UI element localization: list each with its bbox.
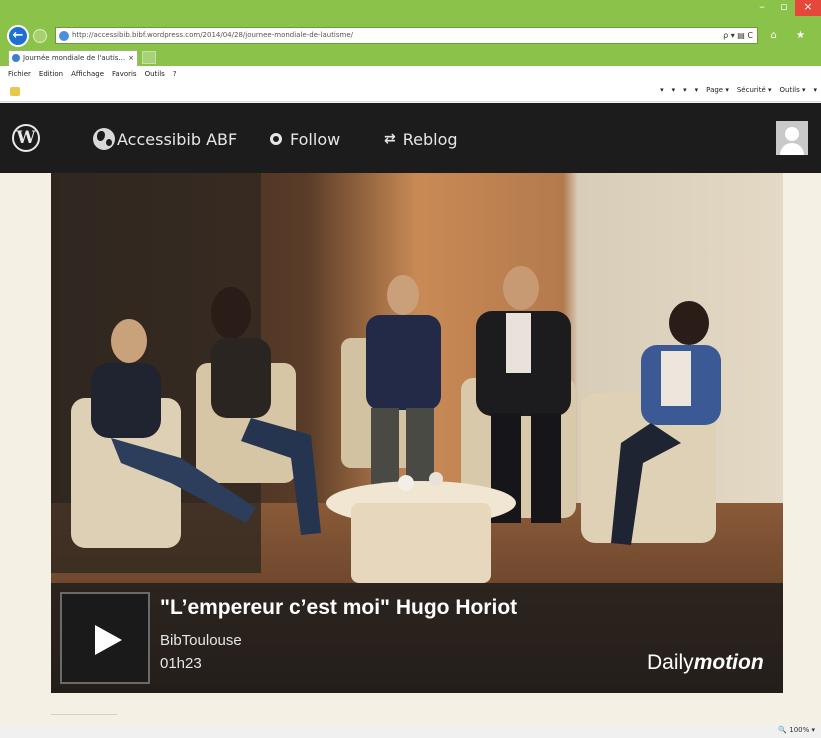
address-bar[interactable]: http://accessibib.bibf.wordpress.com/201… [55, 27, 758, 44]
menu-file[interactable]: Fichier [8, 66, 31, 82]
reblog-button[interactable]: ⇄ Reblog [384, 127, 458, 151]
globe-icon [93, 128, 115, 150]
follow-icon [270, 133, 282, 145]
address-text: http://accessibib.bibf.wordpress.com/201… [72, 31, 354, 39]
menu-bar: Fichier Edition Affichage Favoris Outils… [0, 66, 821, 82]
browser-window: – ▫ × ← http://accessibib.bibf.wordpress… [0, 0, 821, 738]
menu-favorites[interactable]: Favoris [112, 66, 137, 82]
avatar[interactable] [776, 121, 808, 155]
safety-menu[interactable]: Sécurité ▾ [737, 86, 772, 94]
content-divider [51, 714, 117, 715]
feeds-dropdown[interactable]: ▾ [672, 86, 676, 94]
print-dropdown[interactable]: ▾ [695, 86, 699, 94]
page-menu[interactable]: Page ▾ [706, 86, 729, 94]
forward-button[interactable] [33, 29, 47, 43]
globe-icon [59, 31, 69, 41]
follow-label: Follow [290, 129, 341, 149]
reblog-label: Reblog [402, 129, 458, 149]
reblog-icon: ⇄ [384, 131, 396, 147]
tab-active[interactable]: Journée mondiale de l'autis... × [8, 50, 138, 66]
help-dropdown[interactable]: ▾ [813, 86, 817, 94]
menu-help[interactable]: ? [173, 66, 177, 82]
dailymotion-logo-bold: motion [693, 651, 764, 674]
command-bar: ▾ ▾ ▾ ▾ Page ▾ Sécurité ▾ Outils ▾ ▾ [0, 82, 821, 102]
tools-menu[interactable]: Outils ▾ [780, 86, 806, 94]
site-name: Accessibib ABF [117, 129, 238, 149]
home-favorites-icons[interactable]: ⌂ ★ [771, 30, 814, 41]
wordpress-favicon-icon [12, 54, 20, 62]
maximize-button[interactable]: ▫ [773, 0, 795, 16]
new-tab-button[interactable] [142, 51, 156, 64]
tab-title: Journée mondiale de l'autis... [23, 54, 126, 62]
dailymotion-logo[interactable]: Dailymotion [647, 651, 764, 675]
menu-edit[interactable]: Edition [39, 66, 63, 82]
play-button[interactable] [60, 592, 150, 684]
window-controls: – ▫ × [751, 0, 821, 16]
favorites-bar-icon[interactable] [10, 87, 20, 96]
wordpress-admin-bar: W Accessibib ABF Follow ⇄ Reblog [0, 103, 821, 173]
video-duration: 01h23 [160, 655, 202, 672]
close-button[interactable]: × [795, 0, 821, 16]
video-player[interactable]: "L’empereur c’est moi" Hugo Horiot BibTo… [51, 173, 783, 693]
wordpress-logo-icon[interactable]: W [12, 124, 40, 152]
command-items: ▾ ▾ ▾ ▾ Page ▾ Sécurité ▾ Outils ▾ ▾ [660, 86, 817, 94]
back-button[interactable]: ← [7, 25, 29, 47]
home-dropdown[interactable]: ▾ [660, 86, 664, 94]
dailymotion-logo-light: Daily [647, 651, 694, 674]
status-bar: 🔍 100% ▾ [0, 724, 821, 738]
minimize-button[interactable]: – [751, 0, 773, 16]
tab-strip: Journée mondiale de l'autis... × [0, 48, 821, 66]
video-title[interactable]: "L’empereur c’est moi" Hugo Horiot [160, 596, 517, 620]
menu-view[interactable]: Affichage [71, 66, 104, 82]
tab-close-icon[interactable]: × [128, 51, 134, 65]
site-link[interactable]: Accessibib ABF [93, 127, 237, 151]
zoom-level[interactable]: 🔍 100% ▾ [778, 726, 815, 734]
navigation-bar: ← http://accessibib.bibf.wordpress.com/2… [0, 22, 821, 48]
video-channel[interactable]: BibToulouse [160, 632, 242, 649]
follow-button[interactable]: Follow [270, 127, 340, 151]
mail-dropdown[interactable]: ▾ [683, 86, 687, 94]
menu-tools[interactable]: Outils [145, 66, 165, 82]
address-actions[interactable]: ρ ▾ ▤ C [723, 28, 753, 43]
